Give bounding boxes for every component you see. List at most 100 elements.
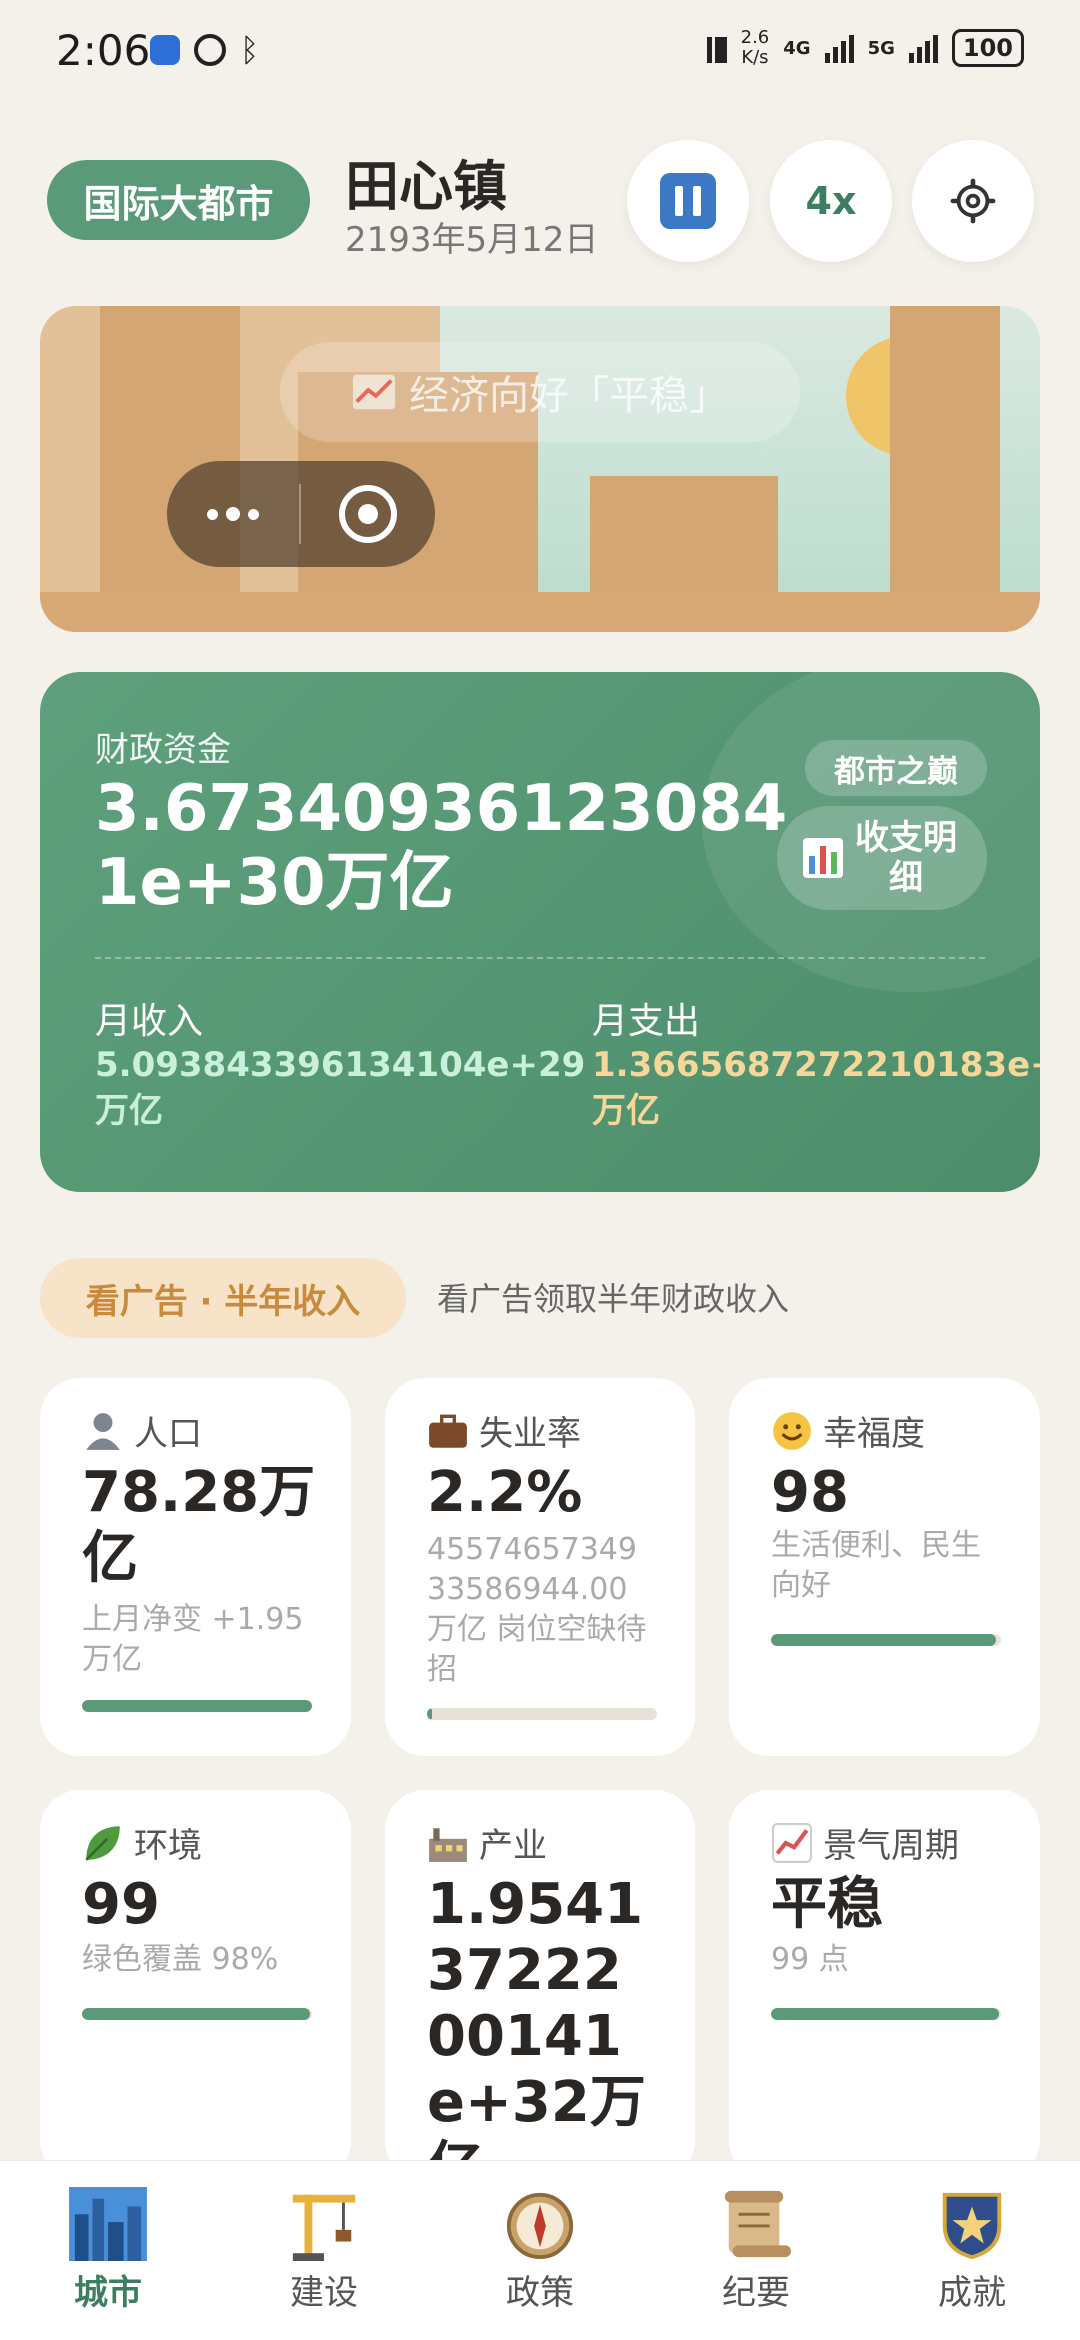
- economy-status-pill: 经济向好「平稳」: [280, 342, 800, 442]
- nav-item-city[interactable]: 城市: [0, 2161, 216, 2340]
- net-speed-unit: K/s: [741, 47, 769, 68]
- close-mini-program-button[interactable]: [301, 485, 435, 543]
- nav-item-achievements[interactable]: 成就: [864, 2161, 1080, 2340]
- stat-header: 幸福度: [771, 1406, 925, 1455]
- finance-label: 财政资金: [95, 730, 231, 770]
- finance-card: 财政资金 3.673409361230841e+30万亿 都市之巅 收支明细 月…: [40, 672, 1040, 1192]
- stat-card-happiness[interactable]: 幸福度 98 生活便利、民生向好: [729, 1378, 1040, 1756]
- stat-value: 99: [82, 1872, 160, 1937]
- watch-ad-button[interactable]: 看广告 · 半年收入: [40, 1258, 406, 1338]
- stat-header: 人口: [82, 1406, 202, 1455]
- expense-unit: 万亿: [592, 1091, 660, 1131]
- net-speed: 2.6 K/s: [741, 28, 770, 68]
- stat-progress-track: [82, 1700, 312, 1712]
- trend-chart-icon: [772, 1822, 812, 1863]
- building: [890, 306, 1000, 606]
- stat-progress-fill: [771, 1634, 997, 1646]
- nav-label: 城市: [74, 2273, 142, 2313]
- trend-chart-icon: [352, 374, 396, 410]
- briefcase-icon: [429, 1414, 467, 1448]
- stat-subtitle: 生活便利、民生向好: [771, 1528, 981, 1603]
- stat-progress-track: [427, 1708, 657, 1720]
- stat-value: 78.28万亿: [82, 1460, 316, 1591]
- stat-progress-fill: [427, 1708, 432, 1720]
- app-notification-icon: [150, 35, 180, 65]
- pause-button[interactable]: [627, 140, 749, 262]
- leaf-icon: [85, 1825, 120, 1861]
- nav-label: 建设: [290, 2273, 358, 2313]
- stat-header: 环境: [82, 1818, 202, 1867]
- stat-subtitle: 绿色覆盖 98%: [82, 1942, 279, 1977]
- stat-title: 景气周期: [823, 1826, 959, 1866]
- stat-value: 1.95413722200141e+32万亿: [427, 1872, 646, 2180]
- stat-value: 98: [771, 1460, 849, 1525]
- city-name: 田心镇: [345, 155, 507, 218]
- city-banner: 经济向好「平稳」: [40, 306, 1040, 632]
- stat-progress-fill: [771, 2008, 999, 2020]
- status-bar: 2:06 ᛒ 2.6 K/s 4G 5G 100: [0, 0, 1080, 105]
- stat-header: 产业: [427, 1818, 547, 1867]
- game-date: 2193年5月12日: [345, 220, 599, 260]
- income-amount: 5.093843396134104e+29: [95, 1045, 586, 1085]
- finance-value: 3.673409361230841e+30万亿: [95, 772, 788, 920]
- nav-item-policy[interactable]: 政策: [432, 2161, 648, 2340]
- person-icon: [86, 1412, 120, 1450]
- stat-header: 景气周期: [771, 1818, 959, 1867]
- stat-progress-track: [82, 2008, 312, 2020]
- stat-title: 环境: [134, 1826, 202, 1866]
- income-value: 5.093843396134104e+29 万亿: [95, 1042, 585, 1134]
- stat-card-industry[interactable]: 产业 1.95413722200141e+32万亿: [385, 1790, 695, 2180]
- game-speed-button[interactable]: 4x: [770, 140, 892, 262]
- settings-button[interactable]: [912, 140, 1034, 262]
- close-target-icon: [339, 485, 397, 543]
- signal-bars-icon: [824, 33, 854, 63]
- more-options-button[interactable]: [167, 461, 299, 567]
- battery-icon: 100: [951, 29, 1024, 67]
- stat-progress-track: [771, 1634, 1001, 1646]
- expense-amount: 1.3665687272210183e+29: [592, 1045, 1040, 1085]
- status-time: 2:06: [56, 26, 151, 75]
- signal-bars-icon: [908, 33, 938, 63]
- factory-icon: [429, 1827, 467, 1862]
- stat-title: 人口: [134, 1414, 202, 1454]
- nav-item-build[interactable]: 建设: [216, 2161, 432, 2340]
- detail-button-label: 收支明细: [855, 818, 957, 898]
- scroll-icon: [724, 2190, 792, 2258]
- status-left-icons: ᛒ: [150, 34, 259, 66]
- income-unit: 万亿: [95, 1091, 163, 1131]
- medal-icon: [942, 2192, 1002, 2260]
- stat-title: 幸福度: [823, 1414, 925, 1454]
- nav-label: 纪要: [722, 2273, 790, 2313]
- bluetooth-icon: ᛒ: [240, 31, 260, 69]
- stat-progress-track: [771, 2008, 1001, 2020]
- nav-label: 政策: [506, 2273, 574, 2313]
- nav-label: 成就: [938, 2273, 1006, 2313]
- peak-badge: 都市之巅: [805, 740, 987, 796]
- signal-label-5g: 5G: [867, 37, 895, 59]
- pause-icon: [660, 173, 716, 229]
- dot: [248, 508, 259, 520]
- city-tier-badge[interactable]: 国际大都市: [47, 160, 310, 240]
- stat-card-business-cycle[interactable]: 景气周期 平稳 99 点: [729, 1790, 1040, 2180]
- stat-title: 失业率: [479, 1414, 581, 1454]
- compass-icon: [506, 2192, 574, 2260]
- status-right-icons: 2.6 K/s 4G 5G 100: [706, 28, 1024, 68]
- stat-value: 2.2%: [427, 1460, 583, 1525]
- mini-program-capsule: [167, 461, 435, 567]
- stat-card-unemployment[interactable]: 失业率 2.2% 4557465734933586944.00万亿 岗位空缺待招: [385, 1378, 695, 1756]
- ground: [40, 592, 1040, 632]
- stat-card-population[interactable]: 人口 78.28万亿 上月净变 +1.95万亿: [40, 1378, 351, 1756]
- income-expense-detail-button[interactable]: 收支明细: [777, 806, 987, 910]
- net-speed-value: 2.6: [740, 27, 770, 48]
- expense-value: 1.3665687272210183e+29 万亿: [592, 1042, 1040, 1134]
- vibrate-icon: [706, 33, 727, 63]
- expense-label: 月支出: [592, 1001, 701, 1042]
- smile-icon: [773, 1411, 811, 1450]
- finance-divider: [95, 957, 985, 959]
- signal-label-4g: 4G: [783, 37, 811, 59]
- stat-progress-fill: [82, 2008, 310, 2020]
- economy-status-text: 经济向好「平稳」: [409, 373, 729, 419]
- city-header: 国际大都市 田心镇 2193年5月12日 4x: [0, 130, 1080, 280]
- nav-item-records[interactable]: 纪要: [648, 2161, 864, 2340]
- stat-card-environment[interactable]: 环境 99 绿色覆盖 98%: [40, 1790, 351, 2180]
